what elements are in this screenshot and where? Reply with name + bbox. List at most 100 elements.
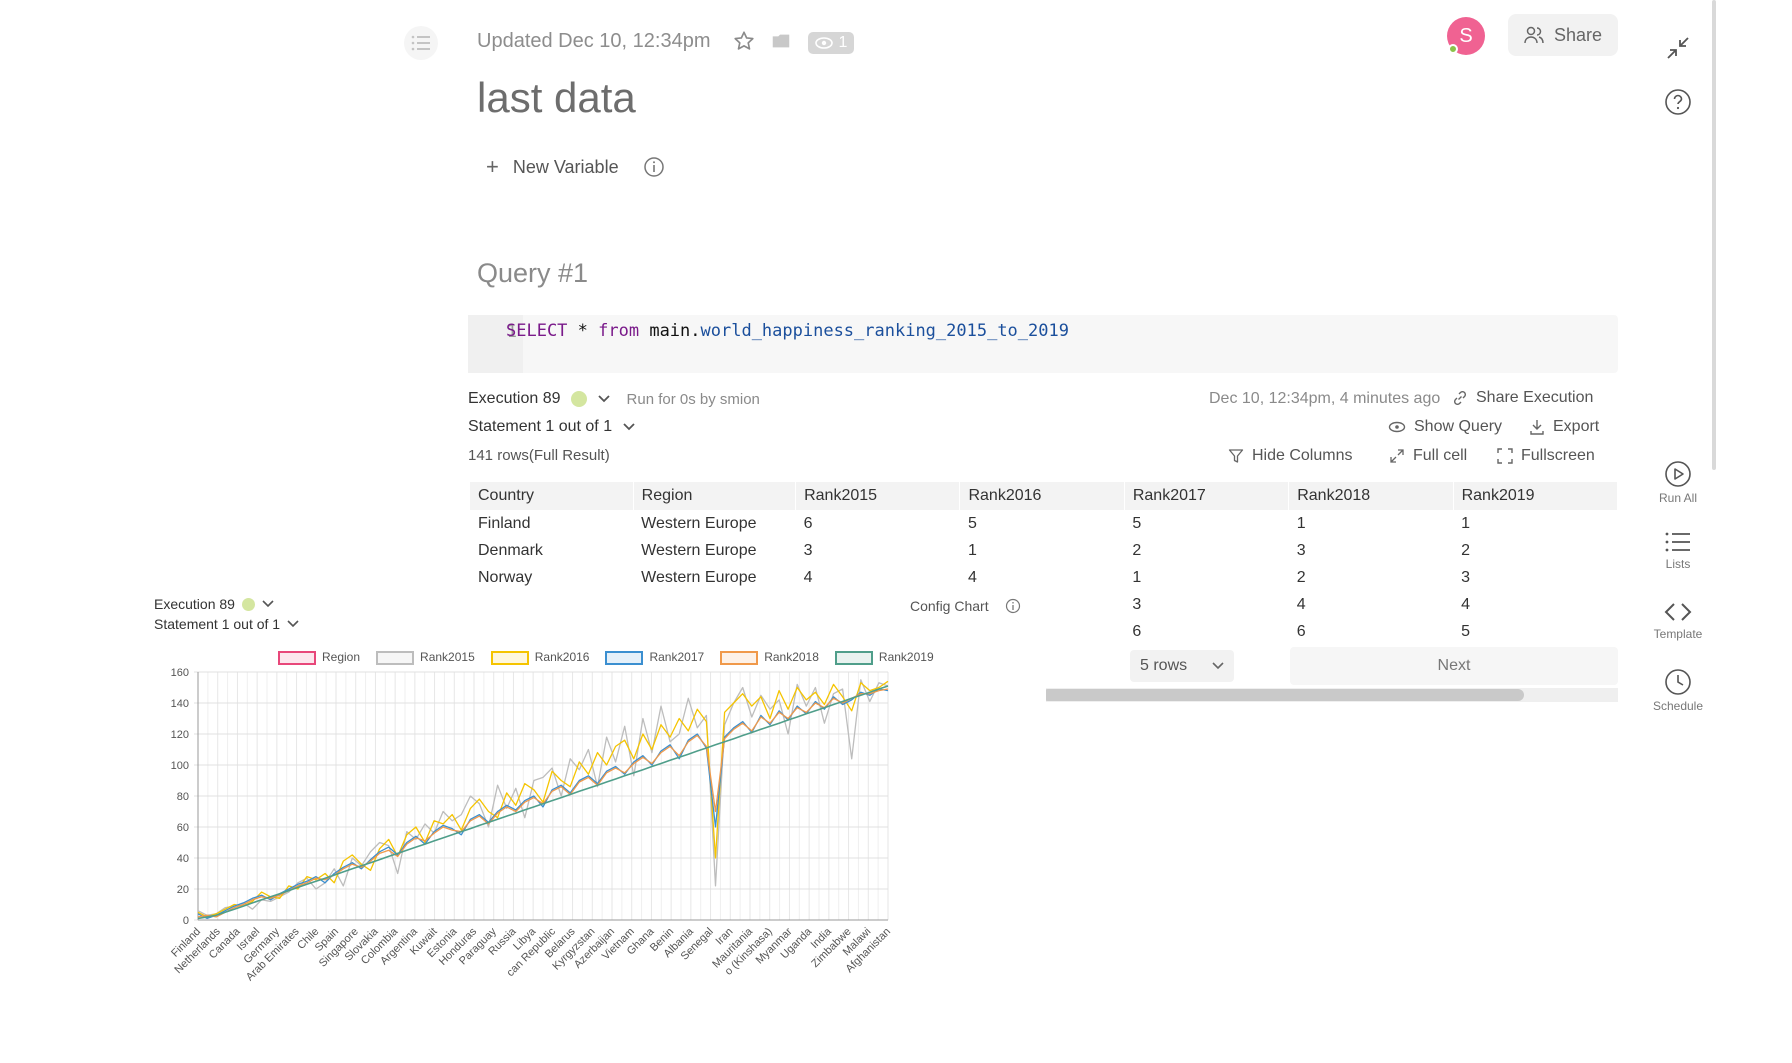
column-header[interactable]: Region [633,482,797,510]
table-cell[interactable]: 1 [960,537,1124,564]
folder-icon[interactable] [770,30,792,52]
legend-item[interactable]: Rank2019 [834,650,934,665]
execution-status-dot [570,391,587,407]
chevron-down-icon [287,620,299,628]
chart-execution-selector[interactable]: Execution 89 [154,596,274,612]
export-button[interactable]: Export [1529,418,1599,436]
legend-item[interactable]: Rank2018 [720,650,819,665]
fullscreen-button[interactable]: Fullscreen [1497,447,1595,465]
table-cell[interactable]: 6 [1124,618,1288,645]
chevron-down-icon [262,600,274,608]
template-button[interactable]: Template [1640,600,1716,641]
table-cell[interactable]: 3 [796,537,960,564]
column-header[interactable]: Rank2016 [959,482,1125,510]
star-icon[interactable] [733,30,755,52]
hide-columns-button[interactable]: Hide Columns [1228,447,1352,465]
lists-label: Lists [1665,557,1691,571]
table-cell[interactable]: Western Europe [633,510,795,537]
legend-label: Rank2018 [764,650,819,664]
y-tick-label: 160 [171,668,189,679]
share-button[interactable]: Share [1508,14,1618,56]
page-size-select[interactable]: 5 rows [1130,650,1234,682]
table-cell[interactable]: 6 [796,510,960,537]
show-query-label: Show Query [1414,418,1503,435]
right-rail: Run All Lists Template Schedule [1640,0,1716,1063]
table-cell[interactable]: 4 [960,564,1124,591]
sql-keyword-from: from [598,321,640,341]
collapse-button[interactable] [1640,34,1716,65]
views-count: 1 [838,34,848,51]
execution-selector[interactable]: Execution 89 Run for 0s by smion [468,390,760,408]
table-cell[interactable]: 2 [1453,537,1617,564]
column-header[interactable]: Rank2017 [1124,482,1290,510]
help-icon [1665,89,1691,115]
table-cell[interactable]: Finland [470,510,633,537]
table-cell[interactable]: 2 [1124,537,1288,564]
line-chart: FinlandNetherlandsCanadaIsraelGermanyAra… [169,668,893,983]
column-header[interactable]: Rank2015 [795,482,961,510]
new-variable-button[interactable]: + New Variable [486,154,665,180]
legend-item[interactable]: Rank2015 [376,650,475,665]
next-page-button[interactable]: Next [1290,647,1618,685]
legend-swatch [720,650,759,665]
table-cell[interactable]: 4 [1453,591,1617,618]
table-cell[interactable]: 5 [1124,510,1288,537]
table-cell[interactable]: 6 [1289,618,1453,645]
page-size-value: 5 rows [1140,657,1188,674]
chart-statement-selector[interactable]: Statement 1 out of 1 [154,616,299,632]
sql-schema: main. [639,321,701,341]
eye-icon [814,37,833,49]
table-cell[interactable]: 4 [796,564,960,591]
chevron-down-icon [623,423,635,431]
sql-star: * [567,321,599,341]
legend-item[interactable]: Rank2016 [490,650,590,665]
legend-label: Rank2016 [534,650,590,664]
config-chart-button[interactable]: Config Chart [910,598,1021,614]
column-header[interactable]: Rank2019 [1453,482,1618,510]
run-all-button[interactable]: Run All [1640,460,1716,505]
y-tick-label: 140 [171,698,189,710]
legend-item[interactable]: Region [278,650,360,665]
table-cell[interactable]: 3 [1289,537,1453,564]
share-label: Share [1553,24,1603,45]
table-cell[interactable]: Norway [470,564,633,591]
query-title[interactable]: Query #1 [477,258,588,289]
new-variable-label: New Variable [512,156,619,177]
help-button[interactable] [1640,88,1716,119]
statement-selector[interactable]: Statement 1 out of 1 [468,418,636,436]
table-cell[interactable]: Western Europe [633,537,795,564]
y-tick-label: 80 [177,791,189,803]
table-cell[interactable]: 1 [1453,510,1617,537]
schedule-button[interactable]: Schedule [1640,668,1716,713]
rows-info: 141 rows(Full Result) [468,447,610,464]
views-badge[interactable]: 1 [808,32,854,54]
toc-button[interactable] [404,26,438,60]
share-execution-button[interactable]: Share Execution [1452,389,1593,407]
info-icon[interactable] [643,156,665,178]
play-circle-icon [1665,461,1691,487]
sql-code-line[interactable]: SELECT * from main.world_happiness_ranki… [506,321,1069,341]
table-cell[interactable]: 3 [1124,591,1288,618]
table-scrollbar-thumb[interactable] [1042,689,1524,701]
table-cell[interactable]: 5 [1453,618,1617,645]
table-cell[interactable]: Western Europe [633,564,795,591]
table-cell[interactable]: 3 [1453,564,1617,591]
table-cell[interactable]: Denmark [470,537,633,564]
lists-button[interactable]: Lists [1640,530,1716,571]
info-icon[interactable] [1005,598,1021,614]
column-header[interactable]: Rank2018 [1288,482,1454,510]
page-title[interactable]: last data [477,74,636,122]
table-cell[interactable]: 1 [1289,510,1453,537]
legend-label: Rank2019 [878,650,934,664]
table-cell[interactable]: 4 [1289,591,1453,618]
full-cell-button[interactable]: Full cell [1389,447,1467,465]
table-cell[interactable]: 2 [1289,564,1453,591]
table-cell[interactable]: 1 [1124,564,1288,591]
table-cell[interactable]: 5 [960,510,1124,537]
legend-item[interactable]: Rank2017 [605,650,704,665]
show-query-button[interactable]: Show Query [1388,418,1502,436]
column-header[interactable]: Country [470,482,634,510]
eye-icon [1388,421,1406,433]
chevron-down-icon[interactable] [597,394,611,404]
y-tick-label: 60 [177,822,189,834]
